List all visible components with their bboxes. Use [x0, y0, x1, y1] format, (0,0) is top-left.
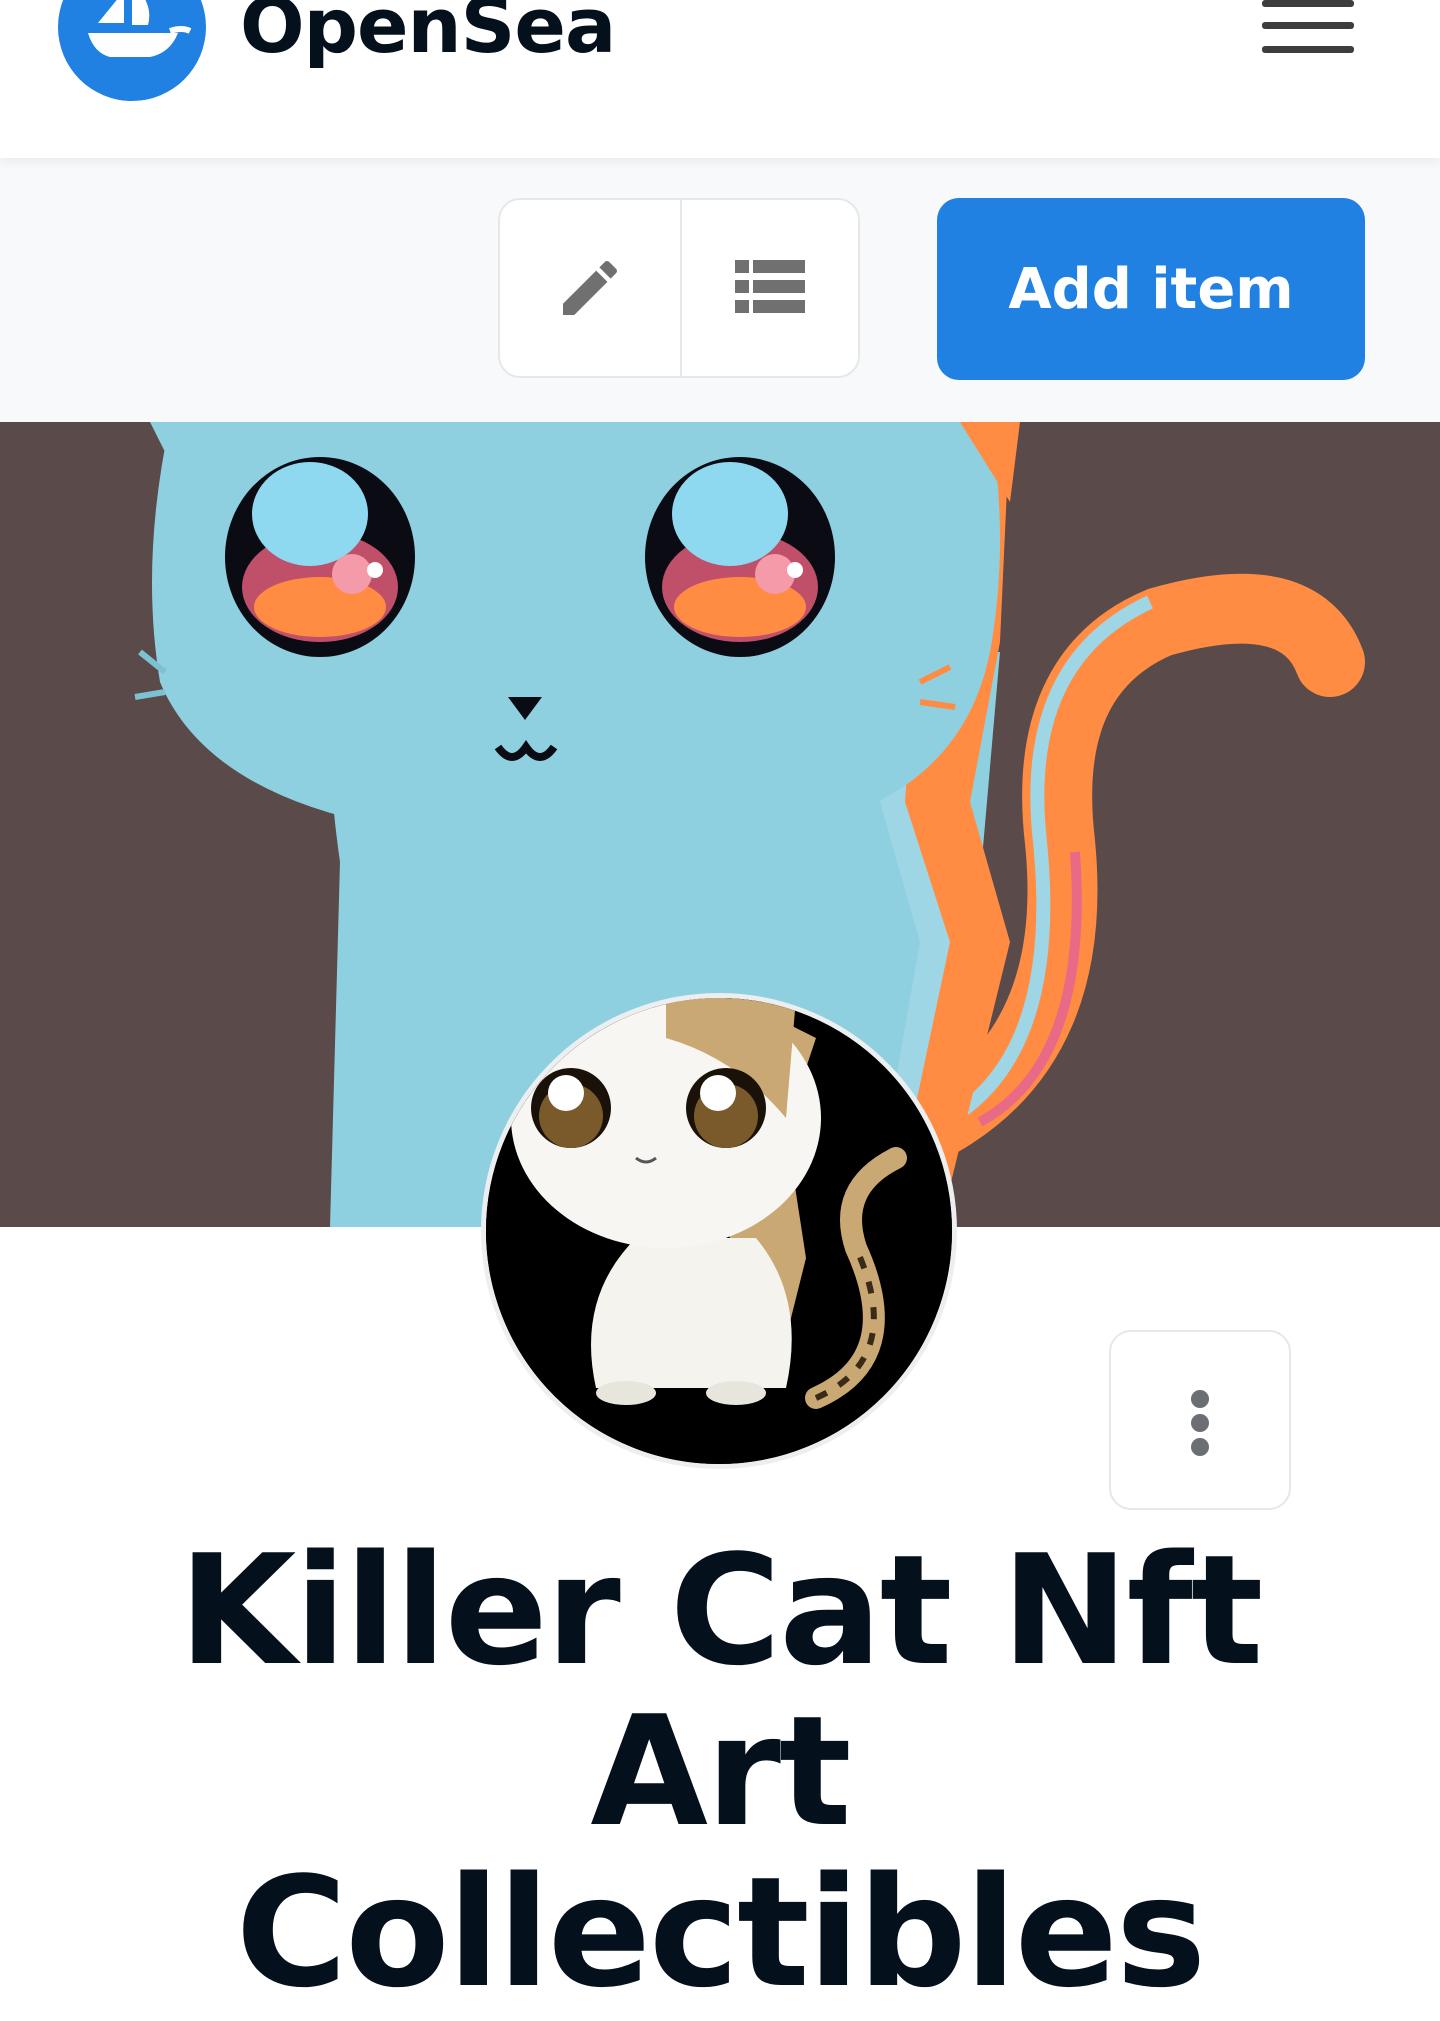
hamburger-menu-icon[interactable]: [1262, 0, 1354, 60]
collection-title-line1: Killer Cat Nft Art: [178, 1522, 1264, 1861]
list-view-button[interactable]: [680, 200, 858, 376]
collection-title-line2: Collectibles: [235, 1844, 1207, 2021]
brand-name[interactable]: OpenSea: [240, 0, 616, 64]
collection-title: Killer Cat Nft Art Collectibles: [40, 1530, 1400, 2013]
top-navbar: OpenSea: [0, 0, 1440, 158]
action-button-group: [498, 198, 860, 378]
opensea-logo-icon[interactable]: [58, 0, 206, 101]
add-item-button[interactable]: Add item: [937, 198, 1365, 380]
more-options-button[interactable]: [1109, 1330, 1291, 1510]
edit-button[interactable]: [500, 200, 682, 376]
pencil-icon: [563, 260, 618, 315]
list-icon: [735, 260, 805, 313]
collection-avatar[interactable]: [481, 993, 957, 1469]
collection-toolbar: Add item: [0, 158, 1440, 422]
